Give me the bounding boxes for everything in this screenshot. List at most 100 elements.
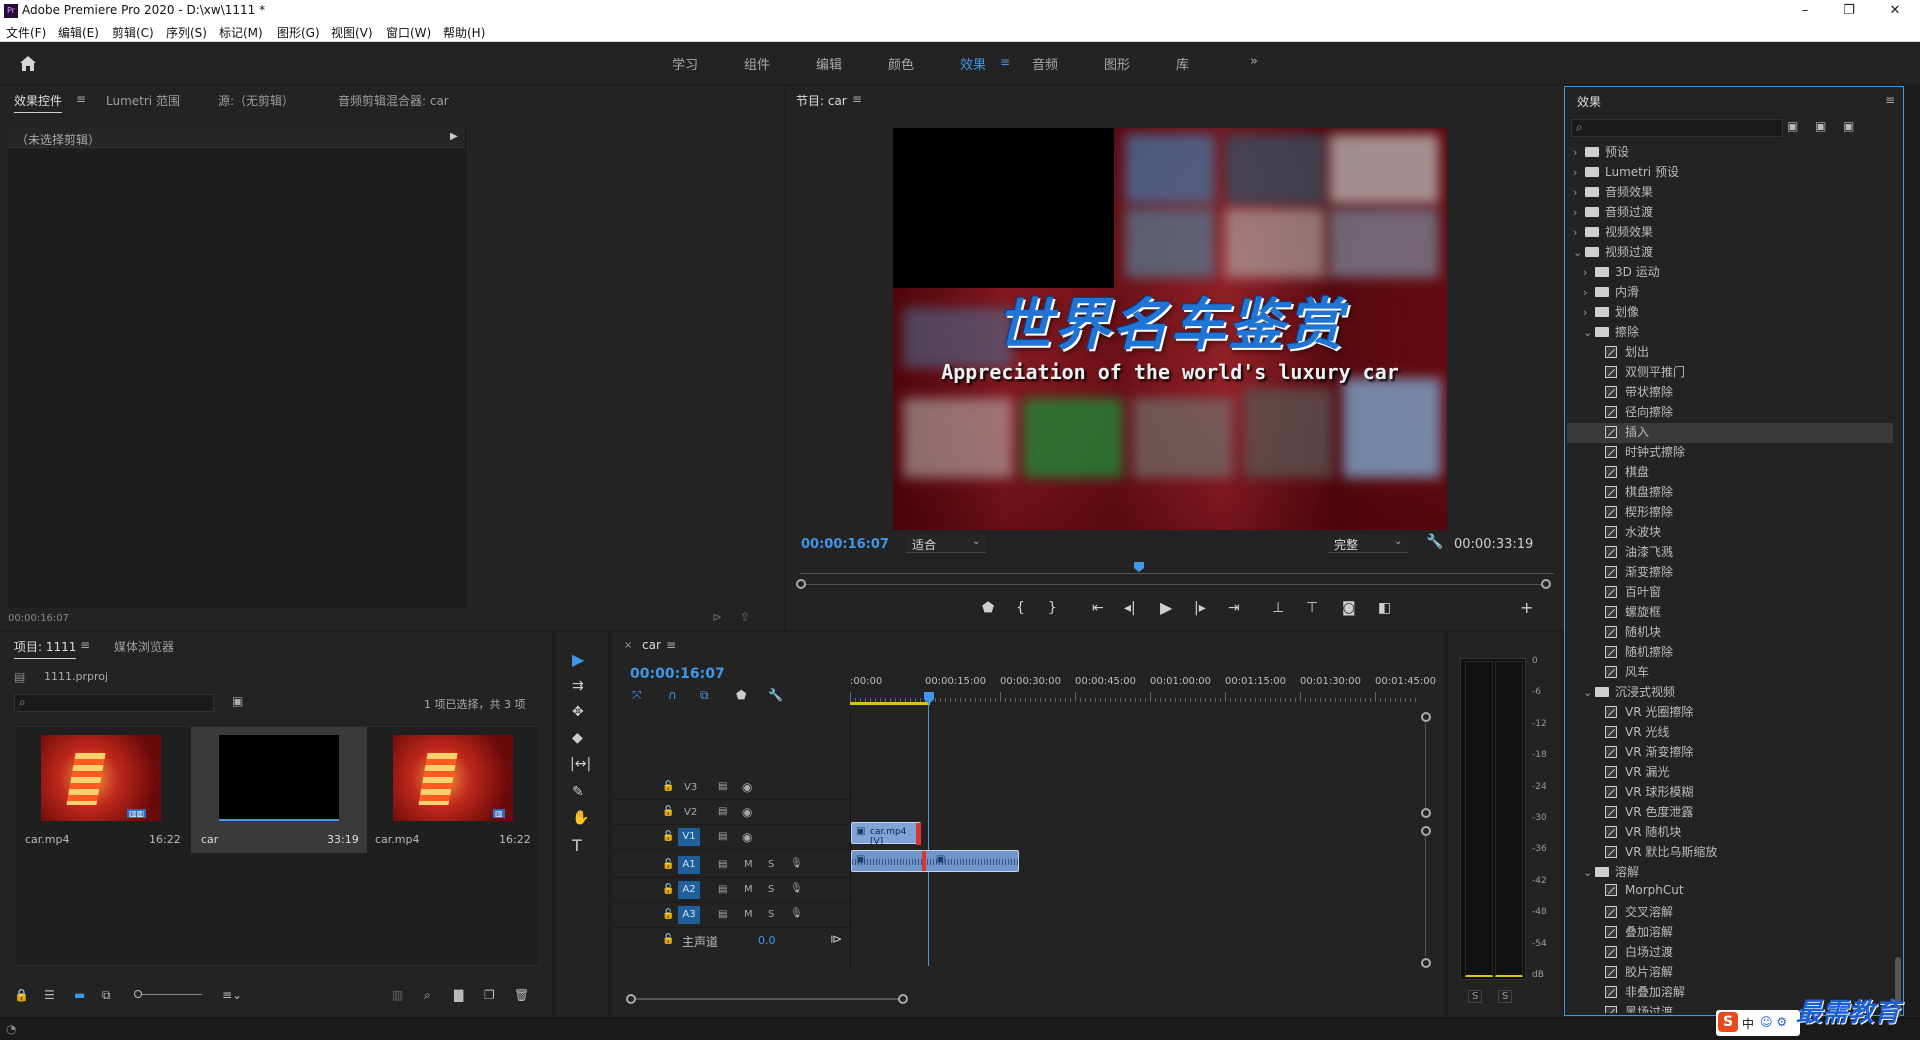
effects-folder[interactable]: ⌄ 擦除 bbox=[1567, 323, 1893, 343]
effects-item[interactable]: VR 球形模糊 bbox=[1567, 783, 1893, 803]
timeline-ruler[interactable]: :00:00 00:00:15:00 00:00:30:00 00:00:45:00 0… bbox=[850, 676, 1436, 706]
workspace-tab-audio[interactable]: 音频 bbox=[1032, 54, 1058, 73]
workspace-menu-icon[interactable]: ≡ bbox=[1000, 55, 1010, 69]
quality-dropdown[interactable]: 完整 ⌄ bbox=[1328, 535, 1408, 553]
menu-window[interactable]: 窗口(W) bbox=[386, 24, 431, 41]
chevron-down-icon[interactable]: ⌄ bbox=[1583, 326, 1595, 339]
tab-source[interactable]: 源:（无剪辑） bbox=[218, 92, 294, 109]
track-label-v1[interactable]: V1 bbox=[678, 828, 700, 846]
tab-lumetri-scopes[interactable]: Lumetri 范围 bbox=[106, 92, 180, 109]
solo-left-button[interactable]: S bbox=[1468, 990, 1483, 1003]
icon-view-icon[interactable]: ▬ bbox=[74, 988, 85, 1002]
effects-item[interactable]: 径向擦除 bbox=[1567, 403, 1893, 423]
chevron-down-icon[interactable]: ⌄ bbox=[1573, 246, 1585, 259]
track-label-a2[interactable]: A2 bbox=[678, 881, 700, 899]
mute-button[interactable]: M bbox=[744, 884, 753, 895]
effects-folder[interactable]: › Lumetri 预设 bbox=[1567, 163, 1893, 183]
add-marker-icon[interactable]: ⬟ bbox=[982, 600, 994, 616]
program-monitor-tab[interactable]: 节目: car bbox=[796, 92, 847, 109]
go-to-end-icon[interactable]: ⧐ bbox=[830, 932, 842, 946]
sync-lock-icon[interactable]: ▤ bbox=[718, 909, 727, 920]
zoom-slider-handle[interactable] bbox=[134, 990, 142, 998]
audio-transition-marker[interactable] bbox=[922, 851, 926, 871]
effects-folder[interactable]: › 视频效果 bbox=[1567, 223, 1893, 243]
effects-item[interactable]: 交叉溶解 bbox=[1567, 903, 1893, 923]
eye-icon[interactable]: ◉ bbox=[742, 830, 752, 844]
lock-icon[interactable]: 🔓 bbox=[662, 831, 674, 842]
effects-item[interactable]: 随机块 bbox=[1567, 623, 1893, 643]
mute-button[interactable]: M bbox=[744, 909, 753, 920]
workspace-tab-editing[interactable]: 编辑 bbox=[816, 54, 842, 73]
effects-folder[interactable]: › 预设 bbox=[1567, 143, 1893, 163]
filter-icon[interactable]: ⊳ bbox=[712, 610, 722, 624]
sync-lock-icon[interactable]: ▤ bbox=[718, 831, 727, 842]
home-icon[interactable] bbox=[18, 54, 38, 72]
effects-item[interactable]: 油漆飞溅 bbox=[1567, 543, 1893, 563]
timeline-audio-vscroll-top-handle[interactable] bbox=[1421, 826, 1431, 836]
effects-item[interactable]: 插入 bbox=[1567, 423, 1893, 443]
comparison-view-icon[interactable]: ◧ bbox=[1378, 600, 1391, 616]
timeline-settings-wrench-icon[interactable]: 🔧 bbox=[768, 688, 783, 702]
sort-icon[interactable]: ≡⌄ bbox=[222, 988, 242, 1002]
menu-clip[interactable]: 剪辑(C) bbox=[112, 24, 154, 41]
track-select-tool-icon[interactable]: ⇉ bbox=[572, 678, 584, 694]
track-label-v3[interactable]: V3 bbox=[684, 782, 697, 793]
solo-button[interactable]: S bbox=[768, 909, 774, 920]
effects-item[interactable]: 划出 bbox=[1567, 343, 1893, 363]
sync-lock-icon[interactable]: ▤ bbox=[718, 884, 727, 895]
chevron-right-icon[interactable]: › bbox=[1583, 286, 1595, 299]
video-clip-v1[interactable]: ▣ car.mp4 [V] bbox=[851, 822, 921, 847]
effects-item[interactable]: VR 默比乌斯缩放 bbox=[1567, 843, 1893, 863]
effects-folder[interactable]: › 音频效果 bbox=[1567, 183, 1893, 203]
timeline-timecode[interactable]: 00:00:16:07 bbox=[630, 666, 725, 682]
timeline-hscroll-right-handle[interactable] bbox=[898, 994, 908, 1004]
effects-folder[interactable]: › 3D 运动 bbox=[1567, 263, 1893, 283]
program-menu-icon[interactable]: ≡ bbox=[852, 92, 862, 106]
32bit-color-icon[interactable]: ▣ bbox=[1815, 119, 1826, 133]
timeline-hscroll-left-handle[interactable] bbox=[626, 994, 636, 1004]
voiceover-mic-icon[interactable]: 🎙 bbox=[790, 883, 803, 894]
button-editor-plus-icon[interactable]: + bbox=[1520, 598, 1533, 617]
fit-dropdown[interactable]: 适合 ⌄ bbox=[906, 535, 986, 553]
solo-button[interactable]: S bbox=[768, 859, 774, 870]
ripple-edit-tool-icon[interactable]: ✥ bbox=[572, 704, 584, 720]
chevron-right-icon[interactable]: › bbox=[1573, 226, 1585, 239]
new-search-bin-icon[interactable]: ▣ bbox=[232, 694, 243, 708]
program-current-timecode[interactable]: 00:00:16:07 bbox=[801, 537, 889, 552]
zoom-slider[interactable] bbox=[134, 994, 202, 995]
automate-to-sequence-icon[interactable]: ▥ bbox=[392, 988, 403, 1002]
workspace-tab-learn[interactable]: 学习 bbox=[672, 54, 698, 73]
sync-lock-icon[interactable]: ▤ bbox=[718, 859, 727, 870]
program-mini-ruler[interactable] bbox=[800, 562, 1554, 574]
effects-item[interactable]: 带状擦除 bbox=[1567, 383, 1893, 403]
selection-tool-icon[interactable]: ▶ bbox=[572, 650, 584, 669]
new-bin-icon[interactable]: ▇ bbox=[454, 988, 463, 1002]
add-marker-icon[interactable]: ⬟ bbox=[736, 688, 746, 702]
effects-item[interactable]: 双侧平推门 bbox=[1567, 363, 1893, 383]
effects-item[interactable]: 随机擦除 bbox=[1567, 643, 1893, 663]
freeform-view-icon[interactable]: ⧉ bbox=[102, 988, 111, 1003]
tab-effect-controls[interactable]: 效果控件 bbox=[14, 92, 63, 113]
play-icon[interactable]: ▶ bbox=[1160, 598, 1172, 617]
program-video-frame[interactable]: 世界名车鉴赏 Appreciation of the world's luxur… bbox=[893, 128, 1447, 530]
lock-icon[interactable]: 🔓 bbox=[662, 884, 674, 895]
nest-icon[interactable]: ⤧ bbox=[632, 688, 642, 703]
program-playhead[interactable] bbox=[1134, 562, 1144, 572]
effects-panel-menu-icon[interactable]: ≡ bbox=[1885, 93, 1895, 107]
timeline-vscroll-top-handle[interactable] bbox=[1421, 712, 1431, 722]
effects-item[interactable]: MorphCut bbox=[1567, 883, 1893, 903]
project-menu-icon[interactable]: ≡ bbox=[80, 638, 90, 652]
pen-tool-icon[interactable]: ✎ bbox=[572, 784, 584, 800]
solo-button[interactable]: S bbox=[768, 884, 774, 895]
effects-item[interactable]: VR 渐变擦除 bbox=[1567, 743, 1893, 763]
effects-item[interactable]: VR 色度泄露 bbox=[1567, 803, 1893, 823]
project-item[interactable]: ▥ car.mp4 16:22 bbox=[367, 727, 541, 853]
voiceover-mic-icon[interactable]: 🎙 bbox=[790, 858, 803, 869]
project-item-selected[interactable]: car 33:19 bbox=[191, 727, 367, 853]
timeline-menu-icon[interactable]: ≡ bbox=[666, 638, 676, 652]
chevron-right-icon[interactable]: › bbox=[1573, 166, 1585, 179]
effects-item[interactable]: 螺旋框 bbox=[1567, 603, 1893, 623]
track-label-a3[interactable]: A3 bbox=[678, 906, 700, 924]
ime-toolbar[interactable]: S 中 ☺ ⚙ bbox=[1716, 1010, 1800, 1036]
track-label-a1[interactable]: A1 bbox=[678, 856, 700, 874]
